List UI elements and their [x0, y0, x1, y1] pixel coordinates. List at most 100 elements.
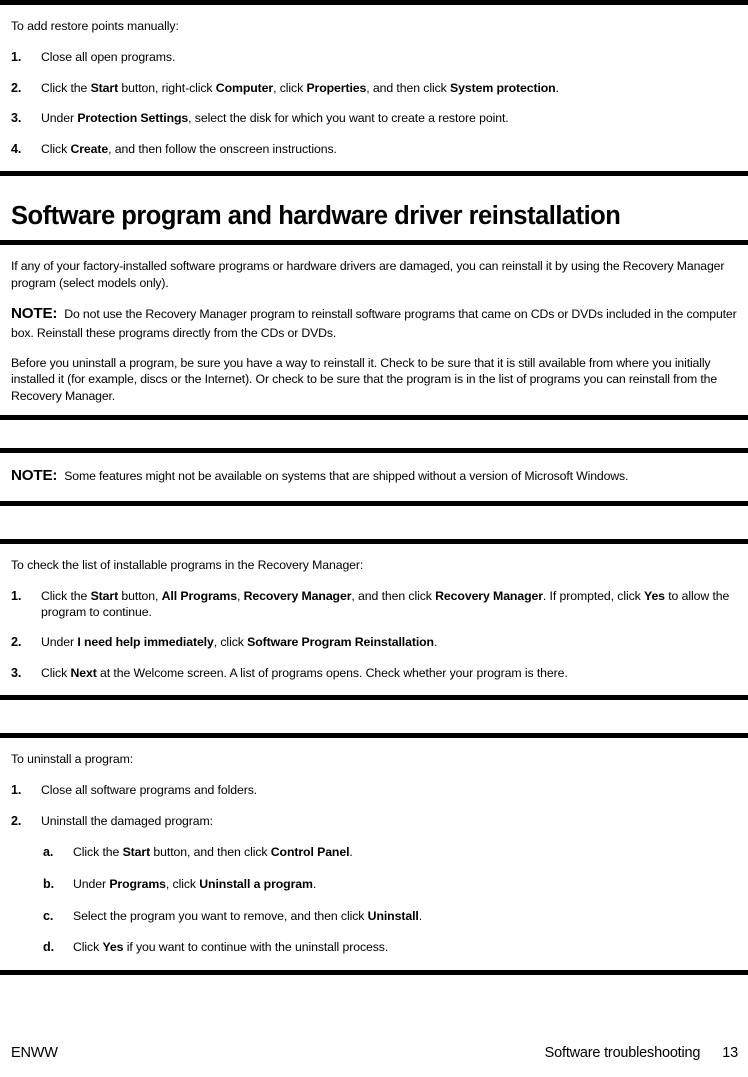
reinstallation-paragraph: Before you uninstall a program, be sure …: [11, 355, 718, 404]
list-marker: d.: [43, 940, 54, 955]
ui-term: I need help immediately: [77, 635, 214, 649]
list-step-text: Close all open programs.: [41, 49, 176, 64]
list-marker: 2.: [11, 635, 22, 649]
uninstall-substep-list: a. Click the Start button, and then click…: [11, 844, 738, 955]
section-rule-before-check-list: [0, 538, 748, 544]
list-marker: b.: [43, 877, 54, 892]
list-substep: b. Under Programs, click Uninstall a prog…: [43, 876, 738, 893]
note-block-windows: NOTE: Some features might not be availabl…: [0, 466, 748, 501]
rule-gap-band: [0, 505, 748, 539]
list-step: 3. Under Protection Settings, select the …: [11, 110, 738, 127]
section-rule-after-uninstall: [0, 969, 748, 975]
list-substep: d. Click Yes if you want to continue with…: [43, 939, 738, 956]
list-step-text: Under Protection Settings, select the di…: [41, 111, 509, 126]
page-footer: ENWW Software troubleshooting 13: [0, 1045, 748, 1065]
section-rule-under-heading: [0, 239, 748, 245]
list-step-text: Click Yes if you want to continue with t…: [73, 940, 389, 955]
ui-term: All Programs: [161, 588, 237, 603]
list-marker: 3.: [11, 111, 22, 126]
ui-term: Properties: [306, 80, 367, 95]
ui-term: Recovery Manager: [243, 588, 352, 603]
list-marker: 1.: [11, 783, 22, 798]
ui-term: Yes: [102, 940, 124, 955]
note-windows: NOTE: Some features might not be availabl…: [11, 466, 738, 487]
rule-gap-band: [0, 700, 748, 734]
check-list-lead: To check the list of installable program…: [11, 557, 364, 572]
page-title: Software program and hardware driver rei…: [11, 202, 621, 231]
document-page: To add restore points manually: 1. Close …: [0, 0, 748, 1077]
ui-term: Computer: [215, 80, 274, 95]
list-step: 2. Under I need help immediately, click S…: [11, 634, 738, 651]
ui-term: Create: [70, 141, 109, 156]
list-substep: a. Click the Start button, and then click…: [43, 844, 738, 861]
list-step: 1. Click the Start button, All Programs, …: [11, 588, 738, 620]
ui-term: Yes: [644, 588, 665, 603]
footer-page-number: 13: [722, 1045, 738, 1061]
footer-locale-code: ENWW: [11, 1045, 58, 1061]
restore-points-step-list: 1. Close all open programs. 2. Click the St…: [11, 49, 738, 157]
section-reinstallation: If any of your factory-installed softwar…: [0, 258, 748, 415]
section-restore-points: To add restore points manually: 1. Close …: [0, 19, 748, 171]
ui-term: Programs: [109, 877, 166, 892]
note-label: NOTE:: [11, 305, 58, 323]
list-step-text: Click Next at the Welcome screen. A list…: [41, 665, 568, 680]
heading-block: Software program and hardware driver rei…: [0, 176, 748, 240]
list-step-text: Click Create, and then follow the onscre…: [41, 141, 337, 156]
ui-term: System protection: [450, 80, 556, 95]
list-marker: 2.: [11, 813, 22, 828]
footer-right-group: Software troubleshooting 13: [544, 1045, 739, 1061]
section-check-list: To check the list of installable program…: [0, 558, 748, 696]
list-step-text: Under I need help immediately, click Sof…: [41, 635, 438, 649]
ui-term: Start: [122, 845, 151, 860]
list-step-text: Click the Start button, All Programs, Re…: [41, 588, 730, 619]
list-step-text: Under Programs, click Uninstall a progra…: [73, 877, 317, 892]
list-marker: c.: [43, 908, 54, 923]
list-step: 4. Click Create, and then follow the onsc…: [11, 141, 738, 158]
section-rule-before-uninstall: [0, 733, 748, 739]
ui-term: Software Program Reinstallation: [247, 635, 434, 649]
reinstallation-intro: If any of your factory-installed softwar…: [11, 258, 725, 290]
restore-points-lead: To add restore points manually:: [11, 19, 179, 33]
list-step-text: Click the Start button, right-click Comp…: [41, 80, 559, 95]
footer-chapter-title: Software troubleshooting: [544, 1045, 701, 1061]
list-step: 1. Close all open programs.: [11, 49, 738, 66]
list-step-text: Click the Start button, and then click C…: [73, 845, 353, 860]
rule-gap-band: [0, 419, 748, 448]
note-text: Do not use the Recovery Manager program …: [11, 307, 737, 341]
list-marker: 2.: [11, 80, 22, 95]
list-step: 2. Click the Start button, right-click Co…: [11, 80, 738, 97]
section-rule-before-windows-note: [0, 447, 748, 453]
list-marker: 1.: [11, 588, 22, 603]
note-text: Some features might not be available on …: [64, 468, 629, 483]
list-step: 2. Uninstall the damaged program:: [11, 813, 738, 830]
ui-term: Start: [90, 80, 119, 95]
list-step-text: Uninstall the damaged program:: [41, 813, 213, 828]
section-rule-top: [0, 0, 748, 5]
list-marker: 1.: [11, 49, 22, 64]
uninstall-lead: To uninstall a program:: [11, 752, 134, 767]
note-label: NOTE:: [11, 466, 58, 484]
list-step-text: Select the program you want to remove, a…: [73, 908, 423, 923]
ui-term: Control Panel: [270, 845, 350, 860]
list-step: 1. Close all software programs and folder…: [11, 782, 738, 799]
list-substep: c. Select the program you want to remove,…: [43, 908, 738, 925]
note-cds-dvds: NOTE: Do not use the Recovery Manager pro…: [11, 304, 738, 341]
ui-term: Recovery Manager: [435, 588, 543, 603]
list-marker: a.: [43, 845, 54, 860]
list-step: 3. Click Next at the Welcome screen. A li…: [11, 665, 738, 682]
ui-term: Start: [90, 588, 119, 603]
ui-term: Protection Settings: [77, 111, 189, 126]
ui-term: Uninstall: [367, 908, 419, 923]
uninstall-step-list: 1. Close all software programs and folder…: [11, 782, 738, 829]
list-marker: 4.: [11, 141, 22, 156]
ui-term: Next: [70, 665, 97, 680]
ui-term: Uninstall a program: [199, 877, 313, 892]
list-step-text: Close all software programs and folders.: [41, 783, 258, 798]
check-list-step-list: 1. Click the Start button, All Programs, …: [11, 588, 738, 682]
section-uninstall: To uninstall a program: 1. Close all soft…: [0, 752, 748, 970]
